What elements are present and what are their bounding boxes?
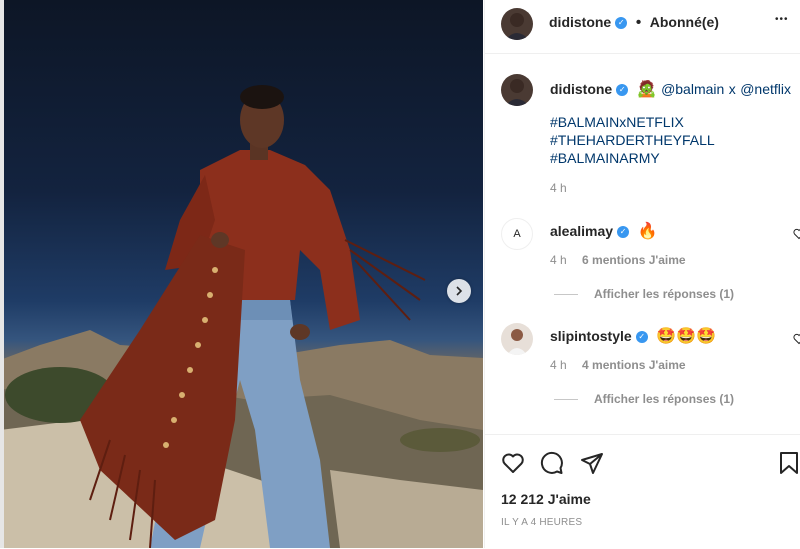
heart-icon[interactable] bbox=[501, 451, 525, 475]
header-username[interactable]: didistone bbox=[549, 14, 611, 30]
heart-icon[interactable] bbox=[793, 228, 800, 240]
comment-text: 🔥 bbox=[637, 223, 658, 240]
comment-likes[interactable]: 4 mentions J'aime bbox=[582, 358, 686, 372]
bookmark-icon[interactable] bbox=[777, 451, 800, 475]
view-replies[interactable]: Afficher les réponses (1) bbox=[554, 287, 734, 301]
next-image-button[interactable] bbox=[447, 279, 471, 303]
mention-netflix[interactable]: @netflix bbox=[740, 81, 791, 97]
comment-icon[interactable] bbox=[540, 451, 564, 475]
avatar-image bbox=[505, 79, 529, 106]
hashtag-link[interactable]: #THEHARDERTHEYFALL bbox=[550, 132, 715, 148]
comment-username[interactable]: slipintostyle bbox=[550, 328, 632, 344]
avatar-image bbox=[505, 13, 529, 40]
replies-line bbox=[554, 294, 578, 296]
comment-meta: 4 h 4 mentions J'aime bbox=[550, 358, 686, 372]
avatar[interactable] bbox=[501, 8, 533, 40]
caption-x: x bbox=[728, 81, 736, 97]
caption-time[interactable]: 4 h bbox=[550, 181, 567, 195]
avatar-letter: A bbox=[513, 228, 521, 240]
caption-avatar[interactable] bbox=[501, 74, 533, 106]
post-header: didistone ✓ • Abonné(e) ••• bbox=[485, 0, 800, 54]
replies-line bbox=[554, 399, 578, 401]
view-replies-label: Afficher les réponses (1) bbox=[594, 287, 735, 301]
avatar-image bbox=[507, 329, 527, 355]
hashtag-link[interactable]: #BALMAINxNETFLIX bbox=[550, 114, 684, 130]
left-edge-strip bbox=[0, 0, 4, 548]
comment-meta: 4 h 6 mentions J'aime bbox=[550, 253, 686, 267]
comment-line: slipintostyle ✓ 🤩🤩🤩 bbox=[550, 326, 716, 346]
follow-status[interactable]: Abonné(e) bbox=[650, 14, 719, 30]
comment-time[interactable]: 4 h bbox=[550, 358, 567, 372]
likes-count[interactable]: 12 212 J'aime bbox=[501, 491, 591, 507]
view-replies-label: Afficher les réponses (1) bbox=[594, 392, 735, 406]
comment-avatar[interactable] bbox=[501, 323, 533, 355]
post-actions: 12 212 J'aime IL Y A 4 HEURES bbox=[485, 434, 800, 549]
comment-likes[interactable]: 6 mentions J'aime bbox=[582, 253, 686, 267]
share-icon[interactable] bbox=[580, 451, 604, 475]
caption-username[interactable]: didistone bbox=[550, 81, 612, 97]
heart-icon[interactable] bbox=[793, 333, 800, 345]
comment-text: 🤩🤩🤩 bbox=[656, 328, 716, 345]
post-timestamp[interactable]: IL Y A 4 HEURES bbox=[501, 517, 582, 528]
chevron-right-icon bbox=[456, 286, 463, 296]
post-sidebar: didistone ✓ • Abonné(e) ••• didistone ✓ 🧟 … bbox=[484, 0, 800, 548]
header-separator: • bbox=[635, 14, 642, 31]
verified-icon: ✓ bbox=[615, 16, 628, 29]
post-image[interactable] bbox=[0, 0, 483, 548]
comment-avatar[interactable]: A bbox=[501, 218, 533, 250]
more-options-icon[interactable]: ••• bbox=[775, 14, 789, 25]
mention-balmain[interactable]: @balmain bbox=[661, 81, 724, 97]
photo-illustration bbox=[0, 85, 483, 548]
comment-time[interactable]: 4 h bbox=[550, 253, 567, 267]
comment-username[interactable]: alealimay bbox=[550, 223, 613, 239]
caption-emoji: 🧟 bbox=[636, 81, 657, 98]
verified-icon: ✓ bbox=[635, 330, 648, 343]
verified-icon: ✓ bbox=[616, 83, 629, 96]
caption-line: didistone ✓ 🧟 @balmain x @netflix bbox=[550, 79, 791, 99]
verified-icon: ✓ bbox=[617, 225, 630, 238]
view-replies[interactable]: Afficher les réponses (1) bbox=[554, 392, 734, 406]
comment-line: alealimay ✓ 🔥 bbox=[550, 221, 657, 241]
hashtag-link[interactable]: #BALMAINARMY bbox=[550, 150, 660, 166]
